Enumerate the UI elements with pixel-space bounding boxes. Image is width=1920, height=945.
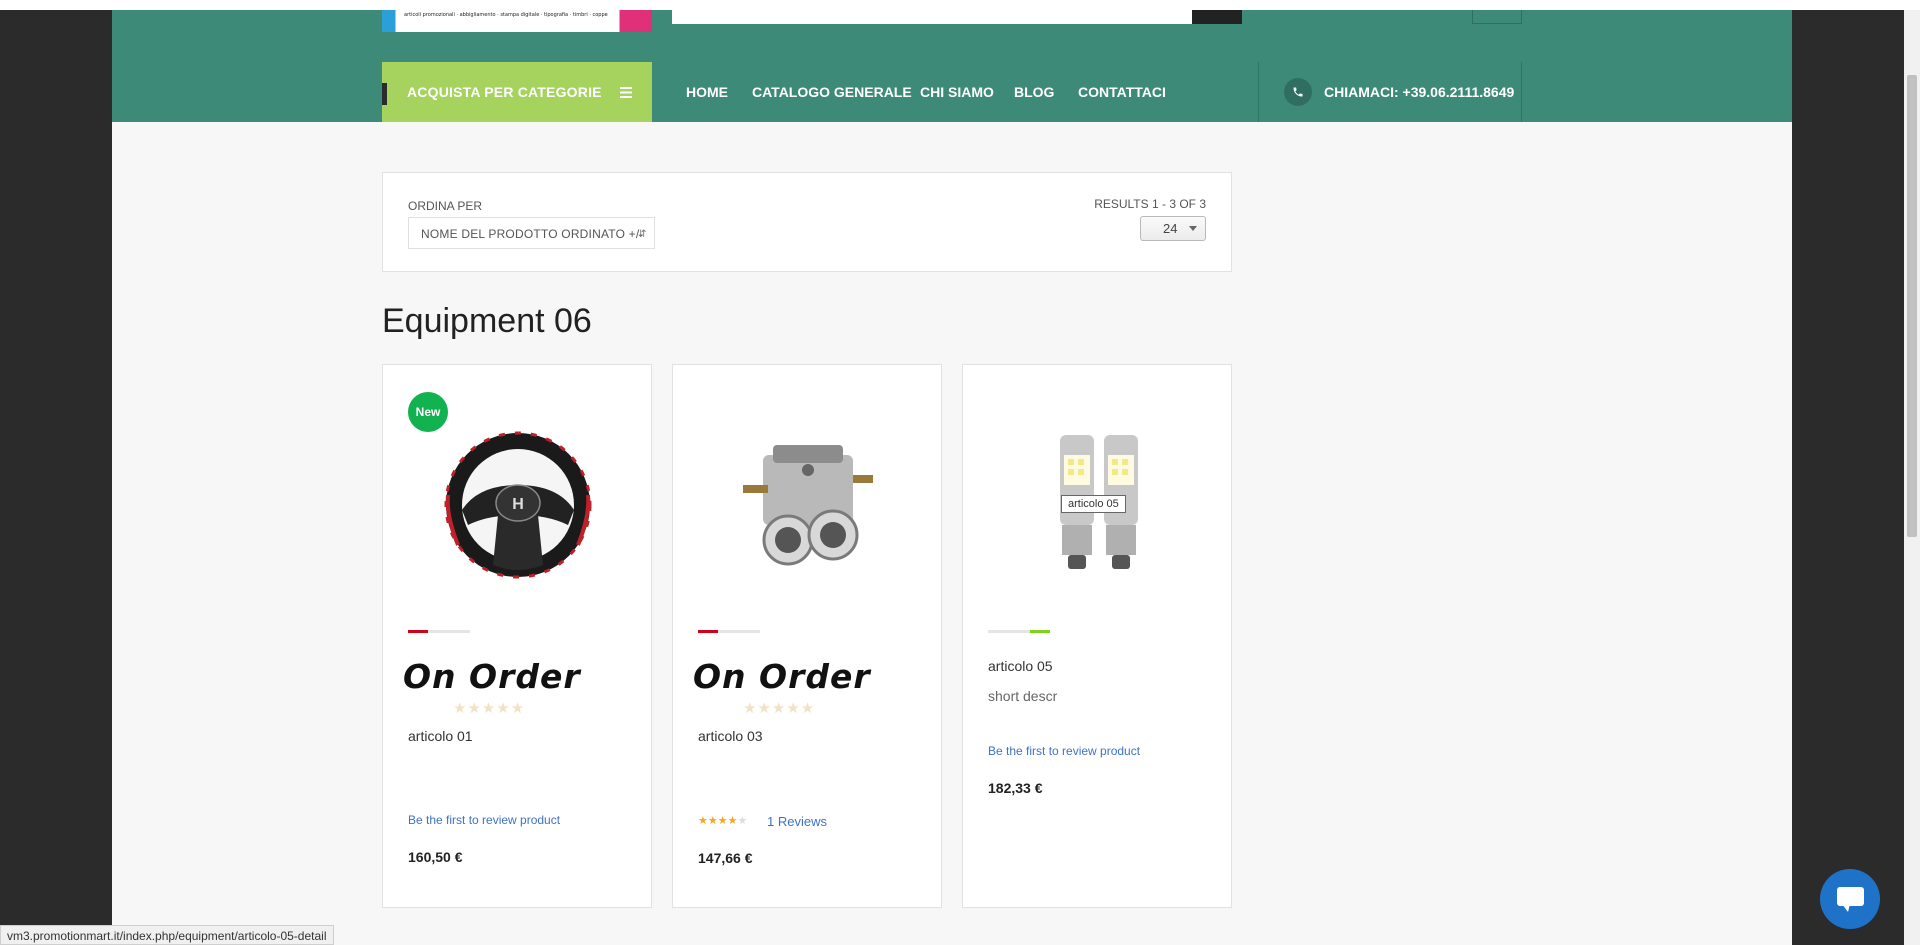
nav-about[interactable]: CHI SIAMO [920, 84, 994, 100]
sort-label: ORDINA PER [408, 199, 483, 213]
product-name[interactable]: articolo 03 [698, 728, 763, 744]
nav-divider [1521, 62, 1522, 122]
availability-indicator [408, 630, 470, 633]
carburetor-image[interactable] [708, 415, 908, 595]
product-card[interactable]: H New On Order ★★★★★ articolo 01 Be the … [382, 364, 652, 908]
browser-top-edge [0, 0, 1920, 10]
sort-selected-value: NOME DEL PRODOTTO ORDINATO +/- [421, 227, 644, 241]
nav-catalog[interactable]: CATALOGO GENERALE [752, 84, 912, 100]
results-count: RESULTS 1 - 3 OF 3 [1094, 197, 1206, 211]
availability-indicator [698, 630, 760, 633]
chevron-down-icon [1189, 226, 1197, 231]
menu-icon [620, 87, 632, 99]
page-right-gutter [1792, 10, 1904, 945]
product-card[interactable]: articolo 05 articolo 05 short descr Be t… [962, 364, 1232, 908]
results-per-page-select[interactable]: 24 [1140, 216, 1206, 241]
cart-button[interactable] [1472, 10, 1522, 24]
product-card[interactable]: On Order ★★★★★ articolo 03 ★★★★★ 1 Revie… [672, 364, 942, 908]
site-logo[interactable]: articoli promozionali · abbigliamento · … [382, 10, 652, 32]
nav-home[interactable]: HOME [686, 84, 728, 100]
product-name[interactable]: articolo 05 [988, 658, 1053, 674]
product-price: 182,33 € [988, 780, 1043, 796]
results-per-page-value: 24 [1163, 221, 1178, 236]
availability-image: On Order [403, 657, 581, 696]
category-button-label: ACQUISTA PER CATEGORIE [407, 84, 602, 100]
chat-button[interactable] [1820, 869, 1880, 929]
product-name[interactable]: articolo 01 [408, 728, 473, 744]
shop-by-category-button[interactable]: ACQUISTA PER CATEGORIE [382, 62, 652, 122]
sort-select[interactable]: NOME DEL PRODOTTO ORDINATO +/- ⇵ [408, 217, 655, 249]
availability-indicator [988, 630, 1050, 633]
image-tooltip: articolo 05 [1061, 495, 1126, 513]
svg-text:H: H [512, 496, 524, 513]
new-badge: New [408, 392, 448, 432]
review-link[interactable]: Be the first to review product [988, 744, 1140, 758]
steering-wheel-image[interactable]: H [418, 415, 618, 595]
page-container: articoli promozionali · abbigliamento · … [112, 10, 1792, 945]
phone-icon [1284, 78, 1312, 106]
page-left-gutter [0, 10, 112, 945]
product-short-description: short descr [988, 688, 1058, 704]
nav-contact[interactable]: CONTATTACI [1078, 84, 1166, 100]
availability-fill [408, 630, 428, 633]
reviews-count-link[interactable]: 1 Reviews [767, 814, 827, 829]
scrollbar-thumb[interactable] [1907, 75, 1917, 537]
availability-image: On Order [693, 657, 871, 696]
page-title: Equipment 06 [382, 302, 592, 340]
main-navigation: ACQUISTA PER CATEGORIE HOME CATALOGO GEN… [112, 62, 1792, 122]
availability-fill [698, 630, 718, 633]
status-bar-url: vm3.promotionmart.it/index.php/equipment… [0, 925, 334, 945]
phone-number[interactable]: CHIAMACI: +39.06.2111.8649 [1324, 84, 1514, 100]
product-price: 147,66 € [698, 850, 753, 866]
product-price: 160,50 € [408, 849, 463, 865]
rating-stars-placeholder: ★★★★★ [453, 700, 526, 717]
review-link[interactable]: Be the first to review product [408, 813, 560, 827]
nav-blog[interactable]: BLOG [1014, 84, 1054, 100]
header-top: articoli promozionali · abbigliamento · … [112, 10, 1792, 62]
logo-tagline: articoli promozionali · abbigliamento · … [404, 12, 608, 18]
rating-stars-placeholder: ★★★★★ [743, 700, 816, 717]
chat-icon-tail [1842, 904, 1850, 912]
category-marker [382, 83, 387, 105]
search-input[interactable] [672, 10, 1192, 24]
nav-divider [1258, 62, 1259, 122]
availability-fill [1030, 630, 1050, 633]
search-button[interactable] [1192, 10, 1242, 24]
rating-stars: ★★★★★ [698, 815, 748, 827]
sort-arrows-icon: ⇵ [638, 229, 647, 240]
sort-panel: ORDINA PER NOME DEL PRODOTTO ORDINATO +/… [382, 172, 1232, 272]
